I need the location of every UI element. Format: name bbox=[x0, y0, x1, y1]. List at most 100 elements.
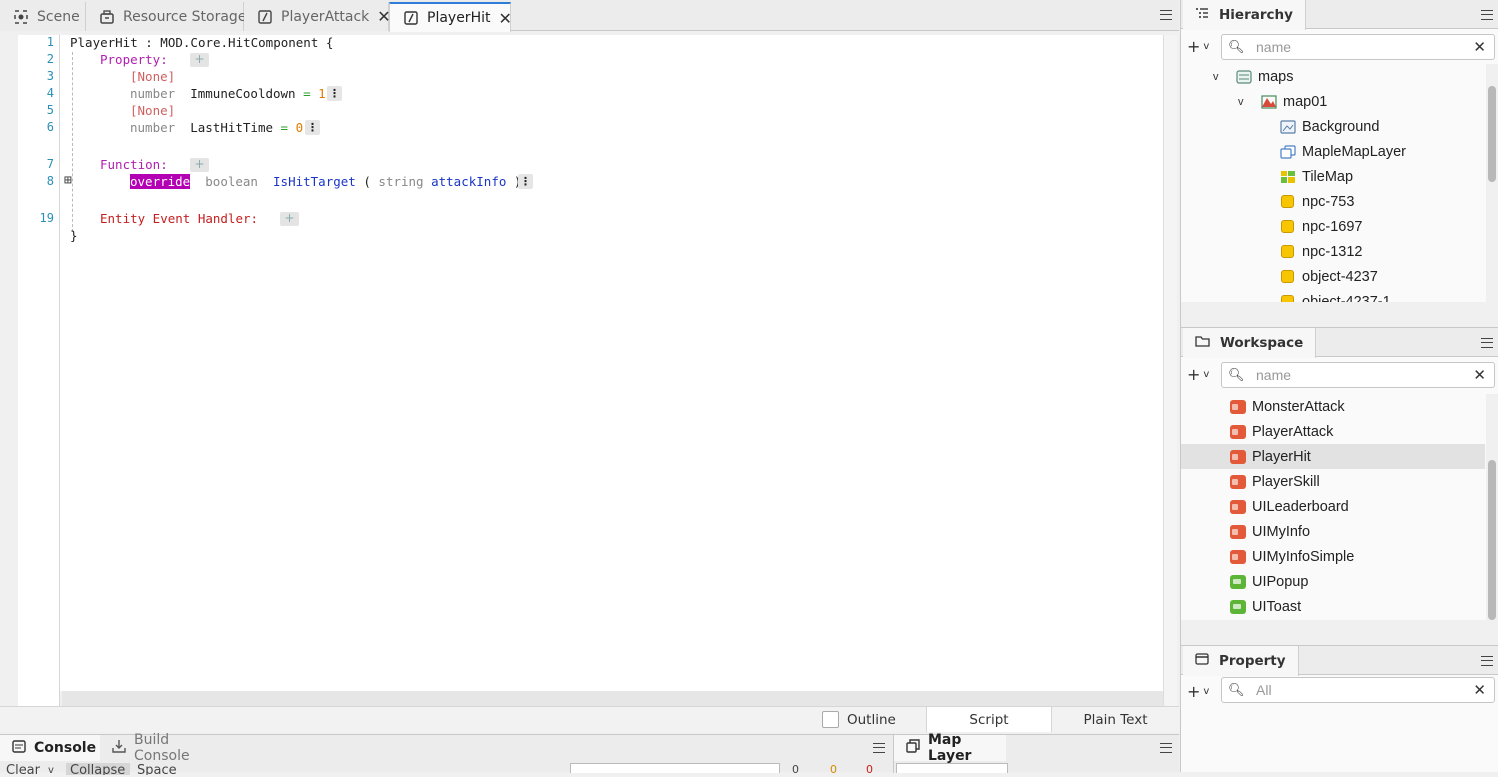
add-handler-button[interactable]: + bbox=[280, 212, 299, 226]
workspace-item-player-hit[interactable]: PlayerHit bbox=[1229, 444, 1311, 469]
workspace-item-ui-popup[interactable]: UIPopup bbox=[1229, 569, 1308, 594]
workspace-search[interactable]: 🔍︎ ✕ bbox=[1221, 362, 1495, 388]
search-icon[interactable]: 🔍︎ bbox=[1228, 40, 1256, 55]
outline-checkbox[interactable] bbox=[822, 711, 839, 728]
tree-item-npc-753[interactable]: npc-753 bbox=[1279, 189, 1354, 214]
tab-workspace[interactable]: Workspace bbox=[1183, 328, 1317, 358]
vertical-scrollbar[interactable] bbox=[1163, 35, 1177, 706]
entity-icon bbox=[1279, 294, 1296, 302]
tree-item-label: npc-1312 bbox=[1302, 243, 1363, 260]
clear-search-icon[interactable]: ✕ bbox=[1473, 366, 1486, 384]
warning-count[interactable]: 0 bbox=[830, 763, 837, 775]
tab-property[interactable]: Property bbox=[1183, 646, 1299, 676]
property-search-input[interactable] bbox=[1256, 682, 1466, 698]
tab-player-attack[interactable]: PlayerAttack ✕ bbox=[244, 2, 391, 31]
panel-menu-icon[interactable] bbox=[1481, 10, 1493, 20]
add-component-button[interactable]: + v bbox=[1187, 682, 1213, 701]
clear-search-icon[interactable]: ✕ bbox=[1473, 38, 1486, 56]
tab-console[interactable]: Console bbox=[0, 735, 100, 761]
workspace-item-label: UIMyInfo bbox=[1252, 523, 1311, 540]
tree-item-maps[interactable]: v maps bbox=[1213, 64, 1293, 89]
tab-resource-storage[interactable]: Resource Storage bbox=[86, 2, 247, 31]
property-search[interactable]: 🔍︎ ✕ bbox=[1221, 677, 1495, 703]
panel-title: Hierarchy bbox=[1219, 7, 1293, 23]
panel-header: Property bbox=[1181, 646, 1498, 676]
script-mode-button[interactable]: Script bbox=[926, 707, 1052, 732]
add-entity-button[interactable]: + v bbox=[1187, 37, 1213, 56]
workspace-search-input[interactable] bbox=[1256, 367, 1466, 383]
chevron-down-icon[interactable]: v bbox=[1238, 96, 1250, 108]
attribute-none[interactable]: [None] bbox=[130, 103, 175, 118]
tree-item-object-4237[interactable]: object-4237 bbox=[1279, 264, 1378, 289]
tree-item-map01[interactable]: v map01 bbox=[1238, 89, 1327, 114]
property-section-label: Property: bbox=[100, 52, 168, 67]
plain-text-mode-button[interactable]: Plain Text bbox=[1052, 707, 1179, 732]
indent-guide bbox=[72, 52, 73, 232]
attribute-none[interactable]: [None] bbox=[130, 69, 175, 84]
tree-item-label: TileMap bbox=[1302, 168, 1354, 185]
entity-icon bbox=[1279, 244, 1296, 259]
map-icon bbox=[1260, 94, 1277, 109]
tab-map-layer[interactable]: Map Layer bbox=[894, 732, 1006, 764]
function-is-hit-target[interactable]: override boolean IsHitTarget ( string at… bbox=[130, 174, 521, 189]
workspace-item-ui-my-info[interactable]: UIMyInfo bbox=[1229, 519, 1310, 544]
workspace-item-ui-leaderboard[interactable]: UILeaderboard bbox=[1229, 494, 1349, 519]
hierarchy-search-input[interactable] bbox=[1256, 39, 1466, 55]
chevron-down-icon[interactable]: v bbox=[48, 765, 54, 777]
workspace-item-player-attack[interactable]: PlayerAttack bbox=[1229, 419, 1333, 444]
more-options-icon[interactable]: ⋮ bbox=[327, 86, 342, 101]
panel-menu-icon[interactable] bbox=[1160, 743, 1172, 753]
line-number: 4 bbox=[46, 86, 54, 100]
tree-item-npc-1312[interactable]: npc-1312 bbox=[1279, 239, 1362, 264]
add-property-button[interactable]: + bbox=[190, 53, 209, 67]
hierarchy-search[interactable]: 🔍︎ ✕ bbox=[1221, 34, 1495, 60]
tree-item-background[interactable]: Background bbox=[1279, 114, 1379, 139]
workspace-item-monster-attack[interactable]: MonsterAttack bbox=[1229, 394, 1345, 419]
workspace-scroll-thumb[interactable] bbox=[1488, 460, 1496, 620]
tree-item-object-4237-1[interactable]: object-4237-1 bbox=[1279, 289, 1391, 302]
error-count[interactable]: 0 bbox=[866, 763, 873, 775]
panel-menu-icon[interactable] bbox=[1481, 656, 1493, 666]
tree-item-label: Background bbox=[1302, 118, 1380, 135]
workspace-item-label: UIPopup bbox=[1252, 573, 1309, 590]
close-icon[interactable]: ✕ bbox=[498, 9, 511, 28]
clear-button[interactable]: Clear bbox=[6, 763, 40, 775]
tab-hierarchy[interactable]: Hierarchy bbox=[1183, 0, 1306, 30]
tree-item-label: object-4237-1 bbox=[1302, 293, 1391, 303]
tab-player-hit[interactable]: PlayerHit ✕ bbox=[389, 2, 512, 32]
search-icon[interactable]: 🔍︎ bbox=[1228, 368, 1256, 383]
workspace-item-player-skill[interactable]: PlayerSkill bbox=[1229, 469, 1320, 494]
search-icon[interactable]: 🔍︎ bbox=[1228, 683, 1256, 698]
add-function-button[interactable]: + bbox=[190, 158, 209, 172]
expand-icon[interactable]: ⊞ bbox=[64, 173, 72, 188]
tree-item-npc-1697[interactable]: npc-1697 bbox=[1279, 214, 1362, 239]
tab-scene[interactable]: Scene bbox=[0, 2, 86, 31]
horizontal-scrollbar[interactable] bbox=[62, 691, 1163, 706]
tree-item-tilemap[interactable]: TileMap bbox=[1279, 164, 1353, 189]
tree-item-label: npc-1697 bbox=[1302, 218, 1363, 235]
tab-label: Map Layer bbox=[928, 732, 972, 764]
entity-icon bbox=[1279, 194, 1296, 209]
outline-toggle[interactable]: Outline bbox=[822, 707, 926, 732]
collapse-toggle[interactable]: Collapse bbox=[66, 763, 130, 775]
property-last-hit-time[interactable]: number LastHitTime = 0 bbox=[130, 120, 303, 135]
workspace-item-ui-my-info-simple[interactable]: UIMyInfoSimple bbox=[1229, 544, 1354, 569]
space-dropdown[interactable]: Space bbox=[137, 763, 177, 775]
workspace-item-ui-toast[interactable]: UIToast bbox=[1229, 594, 1301, 619]
more-options-icon[interactable]: ⋮ bbox=[305, 120, 320, 135]
more-options-icon[interactable]: ⋮ bbox=[518, 174, 533, 189]
tree-item-label: npc-753 bbox=[1302, 193, 1355, 210]
panel-menu-icon[interactable] bbox=[873, 743, 885, 753]
hierarchy-scroll-thumb[interactable] bbox=[1488, 86, 1496, 182]
entity-icon bbox=[1279, 219, 1296, 234]
add-script-button[interactable]: + v bbox=[1187, 365, 1213, 384]
panel-menu-icon[interactable] bbox=[1160, 10, 1172, 20]
tab-build-console[interactable]: Build Console bbox=[100, 732, 234, 764]
property-immune-cooldown[interactable]: number ImmuneCooldown = 1 bbox=[130, 86, 326, 101]
tab-label: Resource Storage bbox=[123, 8, 247, 25]
tree-item-maple-map-layer[interactable]: MapleMapLayer bbox=[1279, 139, 1406, 164]
log-count[interactable]: 0 bbox=[792, 763, 799, 775]
chevron-down-icon[interactable]: v bbox=[1213, 71, 1225, 83]
clear-search-icon[interactable]: ✕ bbox=[1473, 681, 1486, 699]
panel-menu-icon[interactable] bbox=[1481, 338, 1493, 348]
